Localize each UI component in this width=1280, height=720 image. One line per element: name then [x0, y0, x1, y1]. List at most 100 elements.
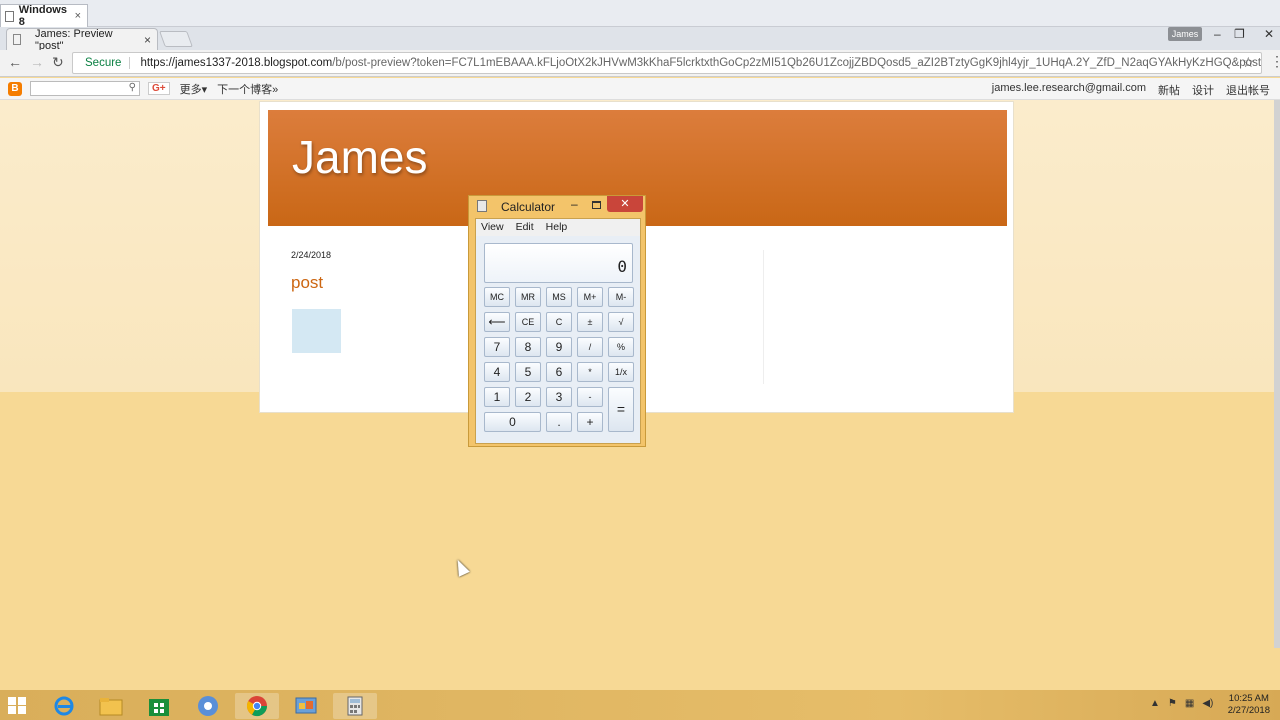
- digit-9-button[interactable]: 9: [546, 337, 572, 357]
- calculator-title: Calculator: [501, 200, 556, 214]
- restore-icon[interactable]: ❐: [1234, 27, 1245, 41]
- design-link[interactable]: 设计: [1192, 82, 1214, 98]
- digit-4-button[interactable]: 4: [484, 362, 510, 382]
- account-email[interactable]: james.lee.research@gmail.com: [992, 82, 1146, 98]
- clear-entry-button[interactable]: CE: [515, 312, 541, 332]
- ms-button[interactable]: MS: [546, 287, 572, 307]
- windows-start-icon[interactable]: [8, 697, 26, 714]
- volume-icon[interactable]: ◀): [1202, 698, 1213, 709]
- reciprocal-button[interactable]: 1/x: [608, 362, 634, 382]
- vm-tab-bar: Windows 8 ×: [0, 0, 1280, 28]
- browser-tab[interactable]: James: Preview "post" ×: [6, 27, 158, 52]
- close-icon[interactable]: ×: [75, 10, 81, 22]
- blogger-user-links: james.lee.research@gmail.com 新帖 设计 退出帐号: [992, 82, 1270, 98]
- percent-button[interactable]: %: [608, 337, 634, 357]
- equals-button[interactable]: =: [608, 387, 634, 432]
- flag-icon[interactable]: ⚑: [1168, 698, 1177, 709]
- search-icon[interactable]: ⚲: [129, 82, 136, 93]
- vm-tab-title: Windows 8: [18, 4, 67, 28]
- menu-help[interactable]: Help: [546, 219, 568, 236]
- menu-view[interactable]: View: [481, 219, 504, 236]
- taskbar: ▲ ⚑ ▦ ◀) 10:25 AM 2/27/2018: [0, 690, 1280, 720]
- clock-date: 2/27/2018: [1227, 705, 1270, 716]
- sign-out-link[interactable]: 退出帐号: [1226, 82, 1270, 98]
- blogger-logo-icon[interactable]: B: [8, 81, 22, 96]
- calculator-window: Calculator – ✕ View Edit Help 0 MC MR MS…: [468, 195, 646, 447]
- system-tray: ▲ ⚑ ▦ ◀): [1150, 698, 1213, 709]
- profile-badge[interactable]: James: [1168, 27, 1202, 41]
- chrome-icon[interactable]: [235, 693, 279, 719]
- plus-minus-button[interactable]: ±: [577, 312, 603, 332]
- digit-5-button[interactable]: 5: [515, 362, 541, 382]
- post-date: 2/24/2018: [291, 250, 332, 260]
- page-icon: [5, 10, 14, 22]
- subtract-button[interactable]: -: [577, 387, 603, 407]
- calculator-menubar: View Edit Help: [476, 219, 640, 236]
- mouse-cursor-icon: [452, 557, 470, 577]
- show-hidden-icons-icon[interactable]: ▲: [1150, 698, 1160, 709]
- browser-tab-title: James: Preview "post": [34, 27, 113, 52]
- reload-icon[interactable]: ↻: [52, 54, 64, 71]
- minimize-icon[interactable]: –: [1214, 27, 1221, 41]
- secure-label: Secure: [85, 57, 131, 69]
- digit-3-button[interactable]: 3: [546, 387, 572, 407]
- minimize-icon[interactable]: –: [571, 197, 578, 211]
- digit-8-button[interactable]: 8: [515, 337, 541, 357]
- digit-7-button[interactable]: 7: [484, 337, 510, 357]
- backspace-button[interactable]: ⟵: [484, 312, 510, 332]
- menu-edit[interactable]: Edit: [516, 219, 534, 236]
- vm-tab[interactable]: Windows 8 ×: [0, 4, 88, 28]
- sidebar-divider: [763, 250, 764, 384]
- blog-search-input[interactable]: ⚲: [30, 81, 140, 96]
- browser-tab-strip: James: Preview "post" × James – ❐ ✕: [0, 27, 1280, 52]
- bookmark-star-icon[interactable]: ☆: [1242, 54, 1255, 71]
- mr-button[interactable]: MR: [515, 287, 541, 307]
- blog-title[interactable]: James: [292, 130, 427, 184]
- calculator-titlebar[interactable]: Calculator – ✕: [469, 196, 647, 216]
- calculator-body: View Edit Help 0 MC MR MS M+ M- ⟵ CE C ±…: [475, 218, 641, 444]
- close-icon[interactable]: ×: [144, 33, 151, 47]
- forward-icon[interactable]: →: [30, 54, 44, 70]
- page-scrollbar[interactable]: [1274, 100, 1280, 648]
- digit-1-button[interactable]: 1: [484, 387, 510, 407]
- more-menu[interactable]: 更多▾: [180, 81, 208, 97]
- digit-6-button[interactable]: 6: [546, 362, 572, 382]
- divide-button[interactable]: /: [577, 337, 603, 357]
- internet-explorer-icon[interactable]: [42, 693, 86, 719]
- calculator-icon: [477, 200, 487, 212]
- chromium-icon[interactable]: [186, 693, 230, 719]
- calculator-display: 0: [484, 243, 633, 283]
- address-bar-row: ← → ↻ Secure https://james1337-2018.blog…: [0, 50, 1280, 77]
- digit-0-button[interactable]: 0: [484, 412, 541, 432]
- url-input[interactable]: Secure https://james1337-2018.blogspot.c…: [72, 52, 1262, 74]
- multiply-button[interactable]: *: [577, 362, 603, 382]
- clock-time: 10:25 AM: [1228, 693, 1269, 704]
- back-icon[interactable]: ←: [8, 54, 22, 70]
- store-icon[interactable]: [137, 693, 181, 719]
- sqrt-button[interactable]: √: [608, 312, 634, 332]
- maximize-icon[interactable]: [592, 201, 601, 209]
- close-button[interactable]: ✕: [607, 196, 643, 212]
- close-icon[interactable]: ✕: [1264, 27, 1274, 41]
- url-host: https://james1337-2018.blogspot.com: [140, 57, 333, 69]
- google-plus-icon[interactable]: G+: [148, 82, 170, 95]
- network-icon[interactable]: ▦: [1185, 698, 1194, 709]
- new-tab-button[interactable]: [159, 31, 193, 47]
- page-icon: [13, 34, 21, 45]
- control-panel-icon[interactable]: [284, 693, 328, 719]
- blogger-navbar: B ⚲ G+ 更多▾ 下一个博客» james.lee.research@gma…: [0, 78, 1280, 100]
- m-plus-button[interactable]: M+: [577, 287, 603, 307]
- m-minus-button[interactable]: M-: [608, 287, 634, 307]
- next-blog-link[interactable]: 下一个博客»: [217, 81, 278, 97]
- post-title[interactable]: post: [291, 273, 323, 293]
- mc-button[interactable]: MC: [484, 287, 510, 307]
- digit-2-button[interactable]: 2: [515, 387, 541, 407]
- decimal-button[interactable]: .: [546, 412, 572, 432]
- new-post-link[interactable]: 新帖: [1158, 82, 1180, 98]
- file-explorer-icon[interactable]: [89, 693, 133, 719]
- clear-button[interactable]: C: [546, 312, 572, 332]
- calculator-taskbar-icon[interactable]: [333, 693, 377, 719]
- clock[interactable]: 10:25 AM 2/27/2018: [1228, 693, 1270, 717]
- menu-icon[interactable]: ⋮: [1270, 53, 1280, 70]
- add-button[interactable]: +: [577, 412, 603, 432]
